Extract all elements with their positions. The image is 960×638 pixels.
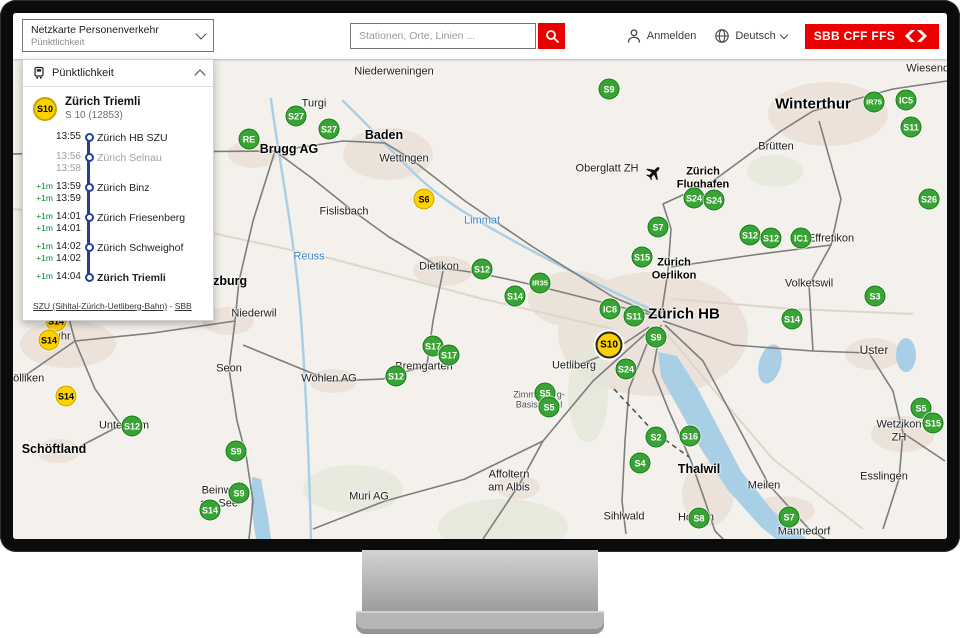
layer-select-subtitle: Pünktlichkeit — [31, 37, 197, 48]
footer-separator: - — [167, 301, 175, 311]
login-label: Anmelden — [647, 30, 697, 42]
line-badge[interactable]: S15 — [923, 413, 944, 434]
line-badge[interactable]: S15 — [632, 247, 653, 268]
line-badge[interactable]: S27 — [319, 119, 340, 140]
search-icon — [545, 29, 559, 43]
stop-row: 13:55Zürich HB SZU — [31, 131, 205, 144]
line-badge[interactable]: S14 — [56, 386, 77, 407]
train-line-badge: S10 — [33, 97, 57, 121]
layer-select-title: Netzkarte Personenverkehr — [31, 24, 197, 36]
line-badge[interactable]: S27 — [286, 106, 307, 127]
line-badge[interactable]: S3 — [865, 286, 886, 307]
line-badge[interactable]: S6 — [414, 189, 435, 210]
line-badge[interactable]: S7 — [779, 507, 800, 528]
line-badge[interactable]: S14 — [39, 330, 60, 351]
line-badge[interactable]: S10 — [596, 332, 623, 359]
line-badge[interactable]: RE — [239, 129, 260, 150]
line-badge[interactable]: IC8 — [600, 299, 621, 320]
stop-row: 13:5613:58Zürich Selnau — [31, 151, 205, 174]
panel-body: S10 Zürich Triemli S 10 (12853) 13:55Zür… — [23, 87, 213, 320]
line-badge[interactable]: IC5 — [896, 90, 917, 111]
stop-list: 13:55Zürich HB SZU 13:5613:58Zürich Selna… — [23, 125, 213, 295]
language-label: Deutsch — [735, 30, 775, 42]
stop-row: +1m14:04Zürich Triemli — [31, 271, 205, 284]
sbb-link[interactable]: SBB — [175, 301, 192, 311]
chevron-down-icon — [195, 28, 206, 39]
stop-dot — [85, 273, 94, 282]
line-badge[interactable]: S26 — [919, 189, 940, 210]
app-header: Netzkarte Personenverkehr Pünktlichkeit — [13, 13, 947, 59]
user-icon — [626, 28, 642, 44]
line-badge[interactable]: S14 — [782, 309, 803, 330]
language-selector[interactable]: Deutsch — [714, 28, 786, 44]
train-name: Zürich Triemli — [65, 96, 140, 108]
sbb-logo: SBB CFF FFS — [805, 24, 939, 49]
line-badge[interactable]: S12 — [740, 225, 761, 246]
stop-dot — [85, 133, 94, 142]
line-badge[interactable]: S12 — [761, 228, 782, 249]
layer-select-text: Netzkarte Personenverkehr Pünktlichkeit — [31, 24, 197, 48]
search-bar — [350, 23, 565, 49]
line-badge[interactable]: S4 — [630, 453, 651, 474]
line-badge[interactable]: S9 — [226, 441, 247, 462]
monitor-stand-base — [356, 611, 604, 634]
line-badge[interactable]: S14 — [200, 500, 221, 521]
line-badge[interactable]: S12 — [122, 416, 143, 437]
line-badge[interactable]: S9 — [229, 483, 250, 504]
panel-title: Pünktlichkeit — [52, 67, 114, 79]
stop-row: +1m13:59+1m13:59Zürich Binz — [31, 181, 205, 204]
airport-icon — [647, 165, 662, 185]
line-badge[interactable]: S16 — [680, 426, 701, 447]
search-input[interactable] — [350, 23, 536, 49]
train-summary: S10 Zürich Triemli S 10 (12853) — [23, 87, 213, 125]
chevron-up-icon — [194, 69, 205, 80]
globe-icon — [714, 28, 730, 44]
screen: NiederweningenTurgiBadenBrugg AGWettinge… — [13, 13, 947, 539]
train-number: S 10 (12853) — [65, 110, 140, 121]
search-button[interactable] — [538, 23, 565, 49]
line-badge[interactable]: S11 — [901, 117, 922, 138]
stop-row: +1m14:02+1m14:02Zürich Schweighof — [31, 241, 205, 264]
sbb-arrows-icon — [902, 30, 930, 42]
line-badge[interactable]: S8 — [689, 508, 710, 529]
sbb-logo-text: SBB CFF FFS — [814, 29, 895, 43]
panel-header[interactable]: Pünktlichkeit — [23, 60, 213, 87]
stop-row: +1m14:01+1m14:01Zürich Friesenberg — [31, 211, 205, 234]
line-badge[interactable]: IR75 — [864, 92, 885, 113]
line-badge[interactable]: S24 — [704, 190, 725, 211]
szu-link[interactable]: SZU (Sihltal-Zürich-Uetliberg-Bahn) — [33, 301, 167, 311]
line-badge[interactable]: IR35 — [530, 273, 551, 294]
line-badge[interactable]: S9 — [646, 327, 667, 348]
line-badge[interactable]: S7 — [648, 217, 669, 238]
line-badge[interactable]: S12 — [386, 366, 407, 387]
line-badge[interactable]: S12 — [472, 259, 493, 280]
line-badge[interactable]: S17 — [439, 345, 460, 366]
line-badge[interactable]: S2 — [646, 427, 667, 448]
layer-select-dropdown[interactable]: Netzkarte Personenverkehr Pünktlichkeit — [22, 19, 214, 52]
panel-footer: SZU (Sihltal-Zürich-Uetliberg-Bahn) - SB… — [23, 295, 213, 320]
line-badge[interactable]: S24 — [684, 188, 705, 209]
line-badge[interactable]: S14 — [505, 286, 526, 307]
stop-dot — [85, 183, 94, 192]
line-badge[interactable]: S9 — [599, 79, 620, 100]
stop-dot — [85, 213, 94, 222]
stop-dot — [85, 243, 94, 252]
header-right: Anmelden Deutsch SBB CFF FFS — [626, 13, 939, 59]
monitor-stand — [362, 550, 598, 612]
line-badge[interactable]: S24 — [616, 359, 637, 380]
line-badge[interactable]: S5 — [539, 397, 560, 418]
chevron-down-icon — [779, 30, 787, 38]
stop-dot — [85, 153, 94, 162]
punctuality-panel: Pünktlichkeit S10 Zürich Triemli S 10 (1… — [22, 59, 214, 321]
line-badge[interactable]: IC1 — [791, 228, 812, 249]
line-badge[interactable]: S11 — [624, 306, 645, 327]
train-icon — [32, 66, 46, 80]
login-button[interactable]: Anmelden — [626, 28, 697, 44]
stage: NiederweningenTurgiBadenBrugg AGWettinge… — [0, 0, 960, 638]
